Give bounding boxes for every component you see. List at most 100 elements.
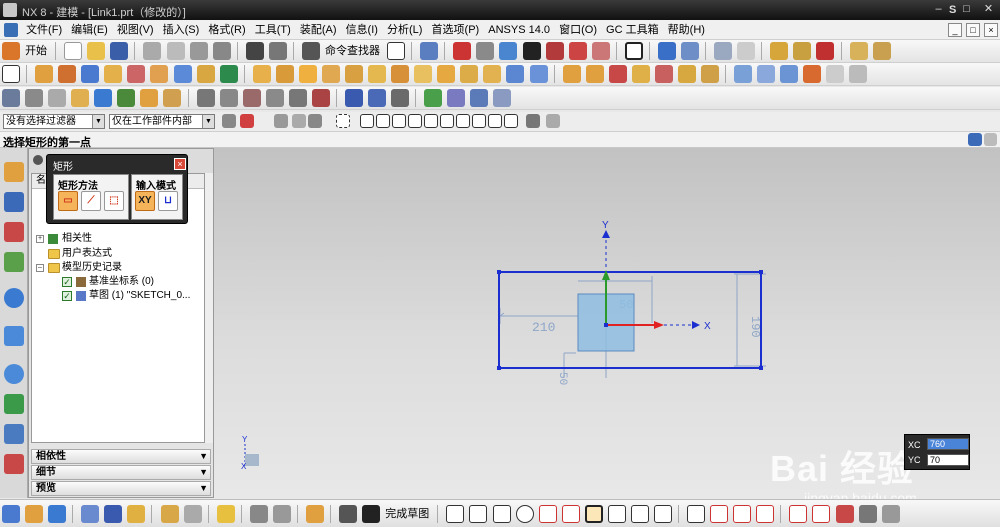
menu-tools[interactable]: 工具(T) [252, 20, 294, 40]
fit-view-icon[interactable] [453, 42, 472, 60]
show-constraints-icon[interactable] [858, 505, 877, 523]
reuse-library-tab-icon[interactable] [4, 252, 24, 272]
motion-icon[interactable] [470, 89, 489, 107]
system-materials-tab-icon[interactable] [4, 364, 24, 384]
point-tool-icon[interactable] [630, 505, 649, 523]
details-section[interactable]: 细节 ▼ [31, 465, 211, 480]
snap-on-curve-icon[interactable] [504, 114, 518, 128]
pocket-icon[interactable] [275, 65, 294, 83]
bottom-tool-8-icon[interactable] [183, 505, 202, 523]
measure-angle-icon[interactable] [793, 42, 812, 60]
offset-surface-icon[interactable] [826, 65, 845, 83]
tree-node[interactable]: 用户表达式 [32, 247, 204, 261]
tree-node[interactable]: ✓ 草图 (1) "SKETCH_0... [32, 289, 204, 303]
drafting-icon[interactable] [345, 89, 363, 107]
move-to-layer-icon[interactable] [737, 42, 756, 60]
circle-tool-icon[interactable] [515, 505, 534, 523]
pin-icon[interactable] [33, 155, 43, 165]
pattern-icon[interactable] [562, 65, 581, 83]
block-icon[interactable] [81, 65, 100, 83]
database-icon[interactable] [48, 89, 67, 107]
explode-icon[interactable] [163, 89, 182, 107]
start-icon[interactable] [2, 42, 20, 60]
snap-endpoint-icon[interactable] [360, 114, 374, 128]
through-curves-icon[interactable] [757, 65, 776, 83]
paste-icon[interactable] [189, 42, 208, 60]
rendering-style-icon[interactable] [499, 42, 518, 60]
corner-point[interactable] [759, 366, 763, 370]
start-button[interactable]: 开始 [25, 42, 47, 60]
origin-point[interactable] [604, 323, 608, 327]
clip-view-icon[interactable] [591, 42, 610, 60]
component-icon[interactable] [140, 89, 159, 107]
select-all-icon[interactable] [240, 114, 254, 128]
tree-node[interactable]: + 相关性 [32, 232, 204, 246]
sew-icon[interactable] [803, 65, 822, 83]
bottom-tool-12-icon[interactable] [306, 505, 324, 523]
feature-filter-icon[interactable] [274, 114, 288, 128]
dialog-close-button[interactable]: × [174, 158, 186, 170]
menu-window[interactable]: 窗口(O) [556, 20, 600, 40]
analysis-icon[interactable] [872, 42, 891, 60]
bottom-tool-1-icon[interactable] [2, 505, 20, 523]
project-curve-icon[interactable] [311, 89, 330, 107]
tree-node[interactable]: ✓ 基准坐标系 (0) [32, 275, 204, 289]
assembly-navigator-icon[interactable] [2, 89, 20, 107]
snap-quadrant-icon[interactable] [472, 114, 486, 128]
parameter-mode-icon[interactable]: ⊔ [158, 191, 178, 211]
check-geometry-icon[interactable] [424, 89, 443, 107]
snap-midpoint-icon[interactable] [376, 114, 390, 128]
section-view-icon[interactable] [568, 42, 587, 60]
sketch-icon[interactable] [2, 65, 20, 83]
snap-tangent-icon[interactable] [440, 114, 454, 128]
redo-icon[interactable] [268, 42, 287, 60]
make-corner-icon[interactable] [756, 505, 775, 523]
mdi-close-button[interactable]: × [984, 23, 998, 37]
subtract-icon[interactable] [391, 65, 410, 83]
wcs-orient-icon[interactable] [681, 42, 699, 60]
type-filter-dropdown[interactable]: 没有选择过滤器 ▼ [3, 114, 105, 129]
menu-information[interactable]: 信息(I) [343, 20, 381, 40]
copy-icon[interactable] [166, 42, 185, 60]
draft-icon[interactable] [483, 65, 502, 83]
split-body-icon[interactable] [631, 65, 650, 83]
bottom-tool-3-icon[interactable] [48, 505, 67, 523]
bottom-tool-4-icon[interactable] [81, 505, 100, 523]
datum-plane-icon[interactable] [219, 65, 238, 83]
open-file-icon[interactable] [87, 42, 106, 60]
chamfer-icon[interactable] [460, 65, 479, 83]
thicken-icon[interactable] [529, 65, 548, 83]
constraint-tool-icon[interactable] [789, 505, 808, 523]
selection-priority-icon[interactable] [546, 114, 560, 128]
slot-icon[interactable] [298, 65, 317, 83]
revolve-icon[interactable] [58, 65, 77, 83]
new-file-icon[interactable] [64, 42, 83, 60]
quick-trim-icon[interactable] [710, 505, 729, 523]
offset-curve-icon[interactable] [288, 89, 307, 107]
corner-point[interactable] [759, 270, 763, 274]
selection-scope-dropdown[interactable]: 仅在工作部件内部 ▼ [109, 114, 215, 129]
orient-view-icon[interactable] [420, 42, 439, 60]
auto-constrain-icon[interactable] [835, 505, 854, 523]
bottom-tool-5-icon[interactable] [104, 505, 123, 523]
intersect-icon[interactable] [414, 65, 433, 83]
sketch-settings-icon[interactable] [881, 505, 900, 523]
dependencies-section[interactable]: 相依性 ▼ [31, 449, 211, 464]
bottom-tool-9-icon[interactable] [216, 505, 235, 523]
measure-distance-icon[interactable] [770, 42, 789, 60]
checkbox-checked-icon[interactable]: ✓ [62, 277, 72, 287]
menu-insert[interactable]: 插入(S) [160, 20, 203, 40]
snap-control-point-icon[interactable] [392, 114, 406, 128]
group-icon[interactable] [71, 89, 90, 107]
menu-gc-toolbox[interactable]: GC 工具箱 [603, 20, 662, 40]
arc-tool-icon[interactable] [492, 505, 511, 523]
boss-icon[interactable] [196, 65, 215, 83]
surface-icon[interactable] [734, 65, 753, 83]
unite-icon[interactable] [368, 65, 387, 83]
web-browser-tab-icon[interactable] [4, 288, 24, 308]
shade-icon[interactable] [522, 42, 541, 60]
delete-icon[interactable] [212, 42, 231, 60]
binoculars-icon[interactable] [301, 42, 320, 60]
snap-intersection-icon[interactable] [408, 114, 422, 128]
menu-file[interactable]: 文件(F) [23, 20, 65, 40]
